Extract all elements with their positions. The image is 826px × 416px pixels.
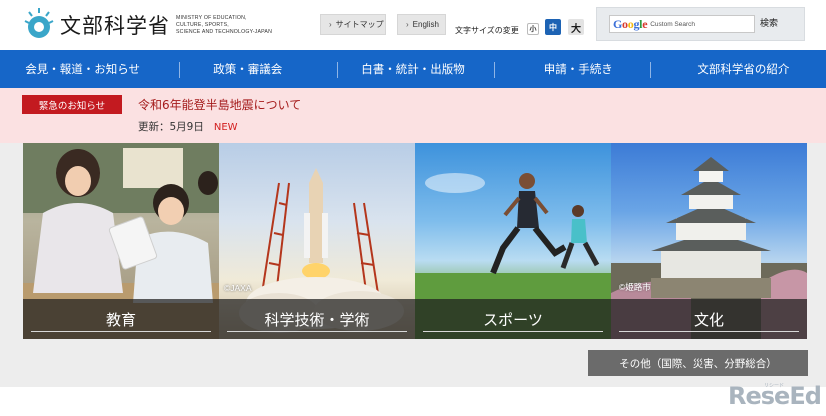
google-logo: Google xyxy=(613,16,648,31)
tile-underline xyxy=(227,331,407,332)
nav-divider xyxy=(179,62,180,78)
himeji-credit: ©姫路市 xyxy=(619,282,651,292)
jaxa-credit: ©JAXA xyxy=(224,283,252,293)
font-size-medium-button[interactable]: 中 xyxy=(545,19,561,35)
tile-culture-label: 文化 xyxy=(611,299,807,339)
custom-search-label: Custom Search xyxy=(650,20,696,28)
search-button[interactable]: 検索 xyxy=(760,16,778,29)
emergency-updated: 更新：5月9日 NEW xyxy=(138,121,238,133)
tile-education[interactable]: 教育 xyxy=(23,143,219,339)
new-badge: NEW xyxy=(213,122,238,133)
font-size-large-button[interactable]: 大 xyxy=(568,19,584,35)
nav-item-about[interactable]: 文部科学省の紹介 xyxy=(661,61,826,77)
tile-culture[interactable]: ©姫路市 文化 xyxy=(611,143,807,339)
english-button[interactable]: › English xyxy=(397,14,446,35)
search-box: Google Custom Search 検索 xyxy=(596,7,805,41)
emergency-notice: 緊急のお知らせ 令和6年能登半島地震について 更新：5月9日 NEW xyxy=(0,88,826,143)
font-size-label: 文字サイズの変更 xyxy=(455,26,519,35)
font-size-small-button[interactable]: 小 xyxy=(527,23,539,35)
other-categories-button[interactable]: その他（国際、災害、分野総合） xyxy=(588,350,808,376)
emergency-title-link[interactable]: 令和6年能登半島地震について xyxy=(138,96,301,113)
global-nav: 会見・報道・お知らせ 政策・審議会 白書・統計・出版物 申請・手続き 文部科学省… xyxy=(0,50,826,88)
mext-logo[interactable]: 文部科学省 MINISTRY OF EDUCATION, CULTURE, SP… xyxy=(24,6,276,44)
chevron-right-icon: › xyxy=(329,20,332,29)
tile-science-label: 科学技術・学術 xyxy=(219,299,415,339)
emergency-badge: 緊急のお知らせ xyxy=(22,95,122,114)
tile-sports-label: スポーツ xyxy=(415,299,611,339)
tile-sports[interactable]: スポーツ xyxy=(415,143,611,339)
nav-item-policy[interactable]: 政策・審議会 xyxy=(165,61,330,77)
nav-item-publications[interactable]: 白書・統計・出版物 xyxy=(330,61,495,77)
mext-emblem-icon xyxy=(24,6,54,44)
tile-underline xyxy=(423,331,603,332)
tile-education-label: 教育 xyxy=(23,299,219,339)
nav-item-press[interactable]: 会見・報道・お知らせ xyxy=(0,61,165,77)
chevron-right-icon: › xyxy=(406,20,409,29)
tile-science[interactable]: ©JAXA 科学技術・学術 xyxy=(219,143,415,339)
logo-english-name: MINISTRY OF EDUCATION, CULTURE, SPORTS, … xyxy=(176,14,273,35)
tile-underline xyxy=(31,331,211,332)
tile-underline xyxy=(619,331,799,332)
logo-name: 文部科学省 xyxy=(60,14,170,38)
search-input[interactable]: Google Custom Search xyxy=(609,15,755,33)
resed-watermark-small: リシード xyxy=(764,383,785,389)
site-header: 文部科学省 MINISTRY OF EDUCATION, CULTURE, SP… xyxy=(0,0,826,50)
nav-divider xyxy=(337,62,338,78)
nav-divider xyxy=(494,62,495,78)
sitemap-button[interactable]: › サイトマップ xyxy=(320,14,386,35)
nav-item-procedures[interactable]: 申請・手続き xyxy=(496,61,661,77)
nav-divider xyxy=(650,62,651,78)
